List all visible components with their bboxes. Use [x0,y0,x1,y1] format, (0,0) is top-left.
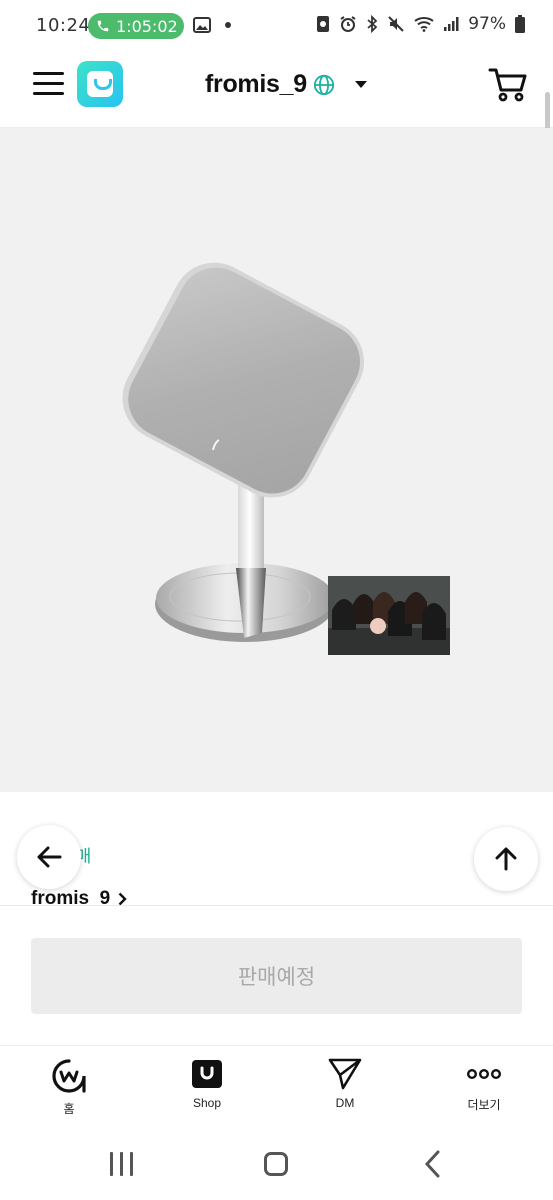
home-button[interactable] [264,1152,288,1176]
more-dots-icon [467,1068,502,1079]
back-button[interactable] [17,825,81,889]
battery-icon [515,15,525,33]
arrow-left-icon [37,846,62,868]
phone-icon [97,20,109,32]
arrow-up-icon [495,847,517,871]
shop-bag-icon [87,71,113,97]
send-icon [328,1058,362,1090]
status-bar: 10:24 1:05:02 97% [0,0,553,52]
tab-shop-label: Shop [192,1096,222,1110]
tab-shop[interactable]: Shop [167,1058,247,1110]
chevron-right-icon [118,892,127,906]
system-navigation-bar [0,1125,553,1200]
call-timer: 1:05:02 [116,16,178,36]
gallery-icon [193,17,211,33]
shop-logo[interactable] [77,61,123,107]
call-indicator[interactable]: 1:05:02 [88,13,184,39]
tab-home-label: 홈 [63,1102,75,1116]
chevron-down-icon [354,81,367,88]
recents-icon [110,1152,113,1176]
bluetooth-icon [367,15,378,33]
tab-more[interactable]: 더보기 [444,1058,524,1113]
purchase-button[interactable]: 판매예정 [31,938,522,1014]
mute-icon [388,16,404,32]
artist-name: fromis_9 [205,70,307,98]
alarm-icon [340,16,356,32]
cart-button[interactable] [488,66,528,104]
back-chevron-icon [424,1150,440,1178]
purchase-bar: 판매예정 [0,905,553,1045]
tab-dm[interactable]: DM [305,1058,385,1110]
status-time: 10:24 [36,15,91,36]
product-image[interactable] [0,128,553,792]
scroll-top-button[interactable] [474,827,538,891]
tab-more-label: 더보기 [467,1098,501,1112]
cart-icon [488,68,527,102]
wifi-icon [414,17,434,32]
shop-bag-icon [192,1060,222,1088]
photo-card-image [328,576,450,655]
app-header: fromis_9 [0,52,553,188]
home-w-icon [52,1059,86,1093]
battery-percent: 97% [468,14,506,34]
signal-icon [444,17,459,31]
tab-dm-label: DM [335,1096,355,1110]
bottom-tab-bar: 홈 Shop DM 더보기 [0,1045,553,1125]
artist-selector[interactable]: fromis_9 [205,70,367,99]
sync-icon [317,16,330,32]
hamburger-icon [33,72,64,75]
mirror-product-illustration [122,262,365,642]
system-back-button[interactable] [424,1150,440,1183]
menu-button[interactable] [33,72,65,100]
recents-button[interactable] [110,1152,133,1176]
tab-home[interactable]: 홈 [29,1058,109,1117]
notification-dot-icon [225,22,231,28]
globe-icon [313,74,334,95]
